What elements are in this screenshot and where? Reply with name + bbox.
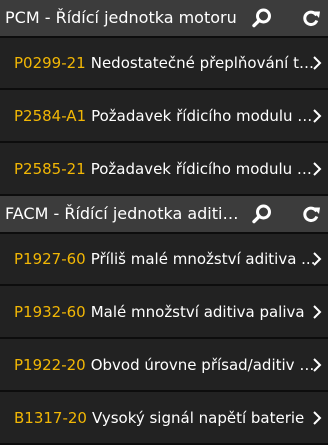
dtc-description: Obvod úrovne přísad/aditiv p... [90, 355, 317, 374]
search-icon [252, 204, 271, 224]
search-button[interactable] [249, 201, 275, 227]
chevron-right-icon [312, 357, 322, 373]
chevron-right-icon [312, 304, 322, 320]
chevron-right-icon [312, 251, 322, 267]
list-item[interactable]: P1927-60 Příliš malé množství aditiva ..… [0, 234, 328, 286]
search-button[interactable] [249, 5, 275, 31]
refresh-button[interactable] [298, 201, 324, 227]
list-item[interactable]: P2584-A1 Požadavek řídicího modulu p... [0, 90, 328, 143]
chevron-right-icon [312, 108, 322, 124]
refresh-button[interactable] [298, 5, 324, 31]
dtc-description: Požadavek řídicího modulu p... [91, 106, 318, 125]
dtc-code: P1922-20 [14, 355, 86, 374]
dtc-code: P1932-60 [14, 302, 86, 321]
chevron-right-icon [312, 55, 322, 71]
group-title: FACM - Řídící jednotka aditiva... [5, 204, 239, 223]
list-item[interactable]: P2585-21 Požadavek řídicího modulu p... [0, 143, 328, 196]
group-title: PCM - Řídící jednotka motoru [5, 8, 237, 27]
dtc-description: Malé množství aditiva paliva [90, 302, 305, 321]
group-header-pcm: PCM - Řídící jednotka motoru [0, 0, 328, 36]
list-item[interactable]: P1932-60 Malé množství aditiva paliva [0, 286, 328, 339]
list-item[interactable]: P1922-20 Obvod úrovne přísad/aditiv p... [0, 339, 328, 392]
refresh-icon [303, 206, 320, 223]
dtc-code: P2585-21 [14, 159, 86, 178]
dtc-description: Příliš malé množství aditiva ... [90, 250, 316, 268]
refresh-icon [303, 10, 320, 27]
chevron-right-icon [312, 161, 322, 177]
group-header-facm: FACM - Řídící jednotka aditiva... [0, 196, 328, 232]
search-icon [252, 8, 271, 28]
dtc-code: P1927-60 [14, 250, 86, 268]
chevron-right-icon [312, 410, 322, 426]
dtc-code: P2584-A1 [14, 106, 87, 125]
dtc-code: P0299-21 [14, 54, 86, 72]
dtc-description: Vysoký signál napětí baterie [91, 408, 305, 427]
list-item[interactable]: P0299-21 Nedostatečné přeplňování tu... [0, 38, 328, 90]
dtc-description: Nedostatečné přeplňování tu... [90, 54, 317, 72]
dtc-code: B1317-20 [14, 408, 87, 427]
dtc-description: Požadavek řídicího modulu p... [90, 159, 317, 178]
